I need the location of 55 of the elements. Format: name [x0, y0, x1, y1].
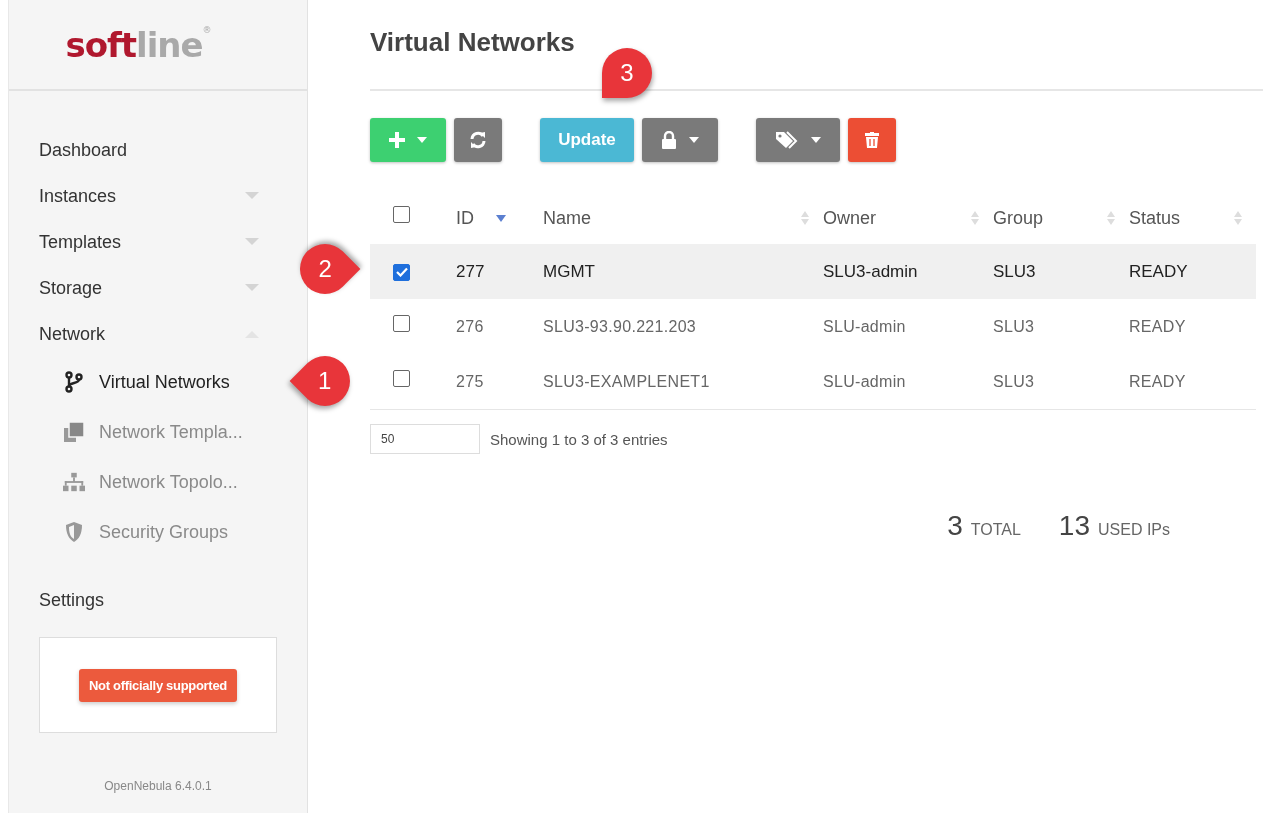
- stat-label: USED IPs: [1098, 521, 1170, 539]
- column-header[interactable]: Status: [1129, 207, 1256, 229]
- table-cell: SLU3: [993, 318, 1035, 335]
- table-cell: SLU3: [993, 262, 1036, 281]
- lock-button[interactable]: [642, 118, 718, 162]
- table-row[interactable]: 275 SLU3-EXAMPLENET1 SLU-admin SLU3 READY: [370, 354, 1256, 410]
- table-cell: SLU-admin: [823, 318, 906, 335]
- sitemap-icon: [63, 472, 85, 492]
- notice-label: Not officially supported: [79, 668, 237, 702]
- sidebar-item[interactable]: Settings: [39, 577, 307, 623]
- table-cell: SLU3: [993, 373, 1035, 390]
- copy-icon: [63, 421, 85, 443]
- stat-value: 3: [947, 510, 963, 542]
- plus-icon: [389, 132, 405, 148]
- stat-value: 13: [1058, 510, 1090, 542]
- branch-icon: [63, 371, 85, 393]
- trash-icon: [865, 132, 879, 148]
- table-cell: 275: [456, 373, 484, 390]
- column-header[interactable]: Name: [543, 207, 823, 229]
- table-row[interactable]: 276 SLU3-93.90.221.203 SLU-admin SLU3 READY: [370, 299, 1256, 354]
- stat-label: TOTAL: [970, 521, 1021, 539]
- table-cell: READY: [1129, 262, 1188, 281]
- sidebar-item[interactable]: Dashboard: [39, 127, 307, 173]
- page-size-field[interactable]: 50: [370, 424, 480, 454]
- column-header[interactable]: ID: [456, 207, 543, 229]
- column-header[interactable]: Owner: [823, 207, 993, 229]
- shield-icon: [63, 521, 85, 543]
- entries-info: Showing 1 to 3 of 3 entries: [490, 430, 668, 448]
- lock-icon: [661, 131, 677, 149]
- column-header[interactable]: Group: [993, 207, 1129, 229]
- refresh-icon: [469, 131, 487, 149]
- table-cell: SLU3-93.90.221.203: [543, 318, 697, 335]
- tags-icon: [775, 131, 799, 149]
- delete-button[interactable]: [848, 118, 896, 162]
- row-checkbox[interactable]: [393, 263, 410, 281]
- version-text: OpenNebula 6.4.0.1: [103, 779, 213, 793]
- table-row[interactable]: 277 MGMT SLU3-admin SLU3 READY: [370, 244, 1256, 299]
- refresh-button[interactable]: [454, 118, 502, 162]
- table-cell: SLU3-EXAMPLENET1: [543, 373, 710, 390]
- table-cell: 276: [456, 318, 484, 335]
- table-cell: 277: [456, 262, 485, 281]
- table-cell: READY: [1129, 373, 1186, 390]
- row-checkbox[interactable]: [393, 315, 410, 332]
- callout-marker: 3: [602, 48, 652, 98]
- page-title: Virtual Networks: [370, 27, 575, 58]
- row-checkbox[interactable]: [393, 370, 410, 387]
- table-cell: READY: [1129, 318, 1186, 335]
- sidebar-item[interactable]: Instances: [39, 173, 307, 219]
- table-cell: SLU3-admin: [823, 262, 918, 281]
- tag-button[interactable]: [756, 118, 840, 162]
- softline-logo: softline$^{®}$: [65, 24, 211, 65]
- table-cell: SLU-admin: [823, 373, 906, 390]
- table-cell: MGMT: [543, 262, 595, 281]
- sidebar-subitem[interactable]: Virtual Networks: [39, 357, 230, 407]
- select-all-checkbox[interactable]: [393, 206, 410, 223]
